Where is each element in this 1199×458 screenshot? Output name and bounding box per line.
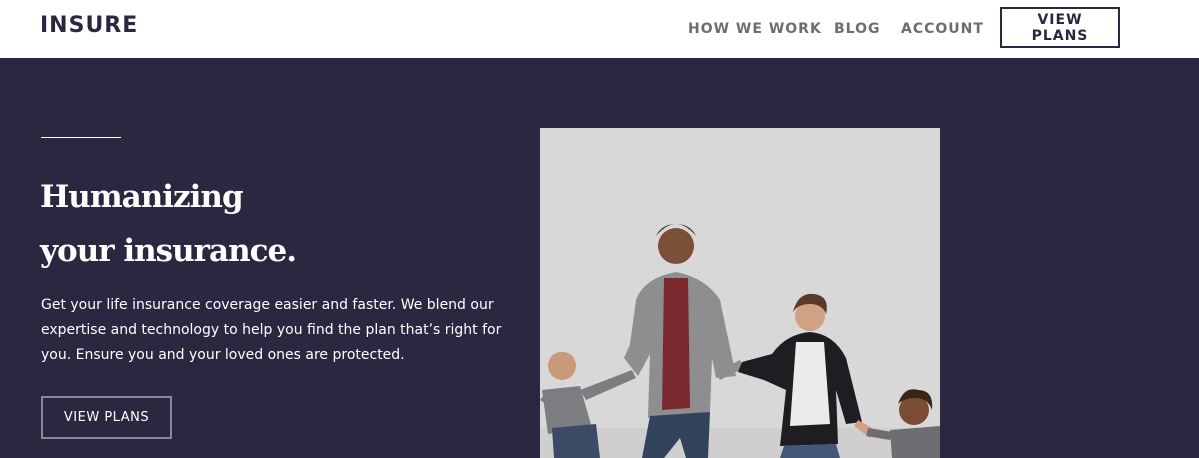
family-photo (540, 128, 940, 458)
hero-title: Humanizing your insurance. (40, 170, 297, 278)
hero-title-line1: Humanizing (40, 179, 244, 215)
nav-link-blog[interactable]: BLOG (834, 21, 881, 37)
accent-divider (41, 137, 121, 138)
nav-link-account[interactable]: ACCOUNT (901, 21, 984, 37)
hero-title-line2: your insurance. (40, 233, 297, 269)
nav-view-plans-button[interactable]: VIEW PLANS (1000, 7, 1120, 48)
nav-link-how-we-work[interactable]: HOW WE WORK (688, 21, 822, 37)
hero-description: Get your life insurance coverage easier … (41, 297, 502, 363)
site-header: INSURE HOW WE WORK BLOG ACCOUNT VIEW PLA… (0, 0, 1199, 58)
hero-view-plans-button[interactable]: VIEW PLANS (41, 396, 172, 439)
hero-section: Humanizing your insurance. Get your life… (0, 58, 1199, 458)
logo[interactable]: INSURE (40, 13, 138, 38)
